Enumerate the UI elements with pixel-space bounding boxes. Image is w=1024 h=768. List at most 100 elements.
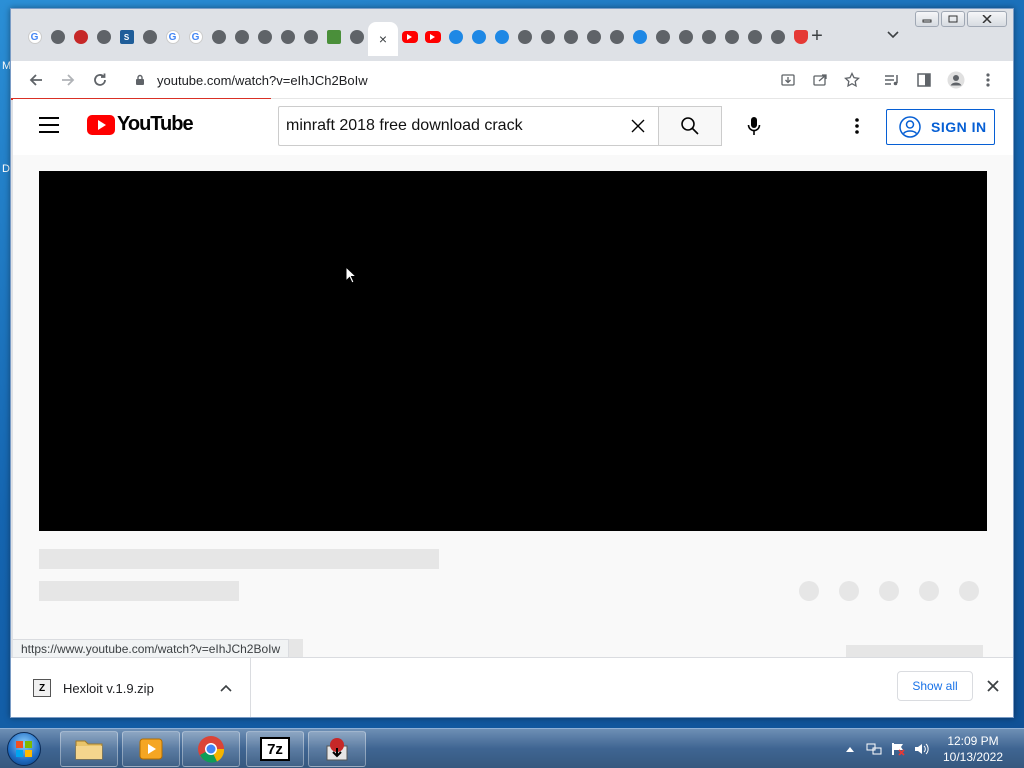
- globe-icon: [586, 30, 601, 44]
- action-center-icon[interactable]: [890, 741, 906, 757]
- tab[interactable]: S: [115, 22, 138, 52]
- show-all-downloads-button[interactable]: Show all: [897, 671, 973, 701]
- arrow-right-icon: [62, 74, 75, 86]
- lock-icon: [133, 73, 147, 87]
- tab[interactable]: [697, 22, 720, 52]
- tab[interactable]: [467, 22, 490, 52]
- taskbar-chrome[interactable]: [182, 731, 240, 767]
- install-app-button[interactable]: [777, 69, 799, 91]
- globe-icon: [234, 30, 249, 44]
- search-input[interactable]: minraft 2018 free download crack: [278, 106, 658, 146]
- action-placeholder: [799, 581, 819, 601]
- taskbar-installer[interactable]: [308, 731, 366, 767]
- tab[interactable]: G: [23, 22, 46, 52]
- tab[interactable]: [69, 22, 92, 52]
- sign-in-button[interactable]: SIGN IN: [886, 109, 995, 145]
- youtube-logo[interactable]: YouTube: [87, 113, 194, 136]
- volume-icon[interactable]: [914, 741, 930, 757]
- reload-button[interactable]: [89, 69, 111, 91]
- system-clock[interactable]: 12:09 PM 10/13/2022: [936, 733, 1010, 765]
- tab[interactable]: [207, 22, 230, 52]
- back-button[interactable]: [25, 69, 47, 91]
- close-icon: [987, 680, 999, 692]
- desktop-icon-label-d: D: [2, 163, 10, 175]
- action-placeholder: [879, 581, 899, 601]
- clock-date: 10/13/2022: [942, 750, 1004, 764]
- video-player[interactable]: [39, 171, 987, 531]
- share-button[interactable]: [809, 69, 831, 91]
- show-hidden-icons-button[interactable]: [842, 741, 858, 757]
- tab[interactable]: [743, 22, 766, 52]
- side-panel-icon: [917, 73, 931, 87]
- tab[interactable]: [276, 22, 299, 52]
- active-tab-close-button[interactable]: ×: [368, 22, 398, 56]
- taskbar-explorer[interactable]: [60, 731, 118, 767]
- bookmark-button[interactable]: [841, 69, 863, 91]
- globe-icon: [770, 30, 785, 44]
- start-button[interactable]: [4, 730, 44, 768]
- taskbar-7zip[interactable]: 7z: [246, 731, 304, 767]
- tab[interactable]: [582, 22, 605, 52]
- tab[interactable]: [299, 22, 322, 52]
- tab[interactable]: G: [161, 22, 184, 52]
- tab[interactable]: [253, 22, 276, 52]
- media-controls-button[interactable]: [881, 69, 903, 91]
- close-downloads-bar-button[interactable]: [983, 676, 1003, 696]
- site-icon: [724, 30, 739, 44]
- youtube-play-icon: [87, 114, 115, 135]
- side-panel-button[interactable]: [913, 69, 935, 91]
- tab[interactable]: [322, 22, 345, 52]
- site-icon: [50, 30, 65, 44]
- tab[interactable]: [421, 22, 444, 52]
- tab[interactable]: G: [184, 22, 207, 52]
- tab[interactable]: [230, 22, 253, 52]
- site-icon: [448, 30, 463, 44]
- forward-button[interactable]: [57, 69, 79, 91]
- tab[interactable]: [345, 22, 368, 52]
- close-window-button[interactable]: [967, 11, 1007, 27]
- minimize-button[interactable]: [915, 11, 939, 27]
- taskbar-media-player[interactable]: [122, 731, 180, 767]
- installer-icon: [326, 738, 348, 761]
- tab[interactable]: [490, 22, 513, 52]
- network-icon[interactable]: [866, 741, 882, 757]
- tab[interactable]: [138, 22, 161, 52]
- tab-search-button[interactable]: [883, 25, 903, 45]
- tab[interactable]: [628, 22, 651, 52]
- tab[interactable]: [605, 22, 628, 52]
- tab[interactable]: [536, 22, 559, 52]
- sign-in-label: SIGN IN: [931, 119, 987, 135]
- download-options-button[interactable]: [214, 684, 238, 692]
- action-placeholder: [959, 581, 979, 601]
- youtube-icon: [424, 31, 441, 43]
- search-button[interactable]: [658, 106, 722, 146]
- tab[interactable]: [46, 22, 69, 52]
- tab[interactable]: [559, 22, 582, 52]
- download-item[interactable]: Z Hexloit v.1.9.zip: [11, 658, 251, 717]
- tab[interactable]: [720, 22, 743, 52]
- 7zip-icon: 7z: [260, 737, 290, 761]
- tab[interactable]: [398, 22, 421, 52]
- tab[interactable]: [444, 22, 467, 52]
- tab[interactable]: [513, 22, 536, 52]
- address-bar[interactable]: youtube.com/watch?v=eIhJCh2BoIw: [121, 65, 877, 95]
- chevron-down-icon: [887, 31, 899, 39]
- download-icon: [781, 74, 795, 86]
- new-tab-button[interactable]: +: [804, 23, 830, 49]
- voice-search-button[interactable]: [739, 111, 769, 141]
- globe-icon: [655, 30, 670, 44]
- globe-icon: [211, 30, 226, 44]
- globe-icon: [257, 30, 272, 44]
- menu-icon[interactable]: [39, 117, 59, 133]
- zip-file-icon: Z: [33, 679, 51, 697]
- tab[interactable]: [674, 22, 697, 52]
- clear-search-button[interactable]: [618, 106, 658, 146]
- settings-menu-button[interactable]: [847, 115, 867, 137]
- tab[interactable]: [651, 22, 674, 52]
- maximize-button[interactable]: [941, 11, 965, 27]
- tab[interactable]: [92, 22, 115, 52]
- tab[interactable]: [766, 22, 789, 52]
- profile-button[interactable]: [945, 69, 967, 91]
- youtube-icon: [401, 31, 418, 43]
- browser-menu-button[interactable]: [977, 69, 999, 91]
